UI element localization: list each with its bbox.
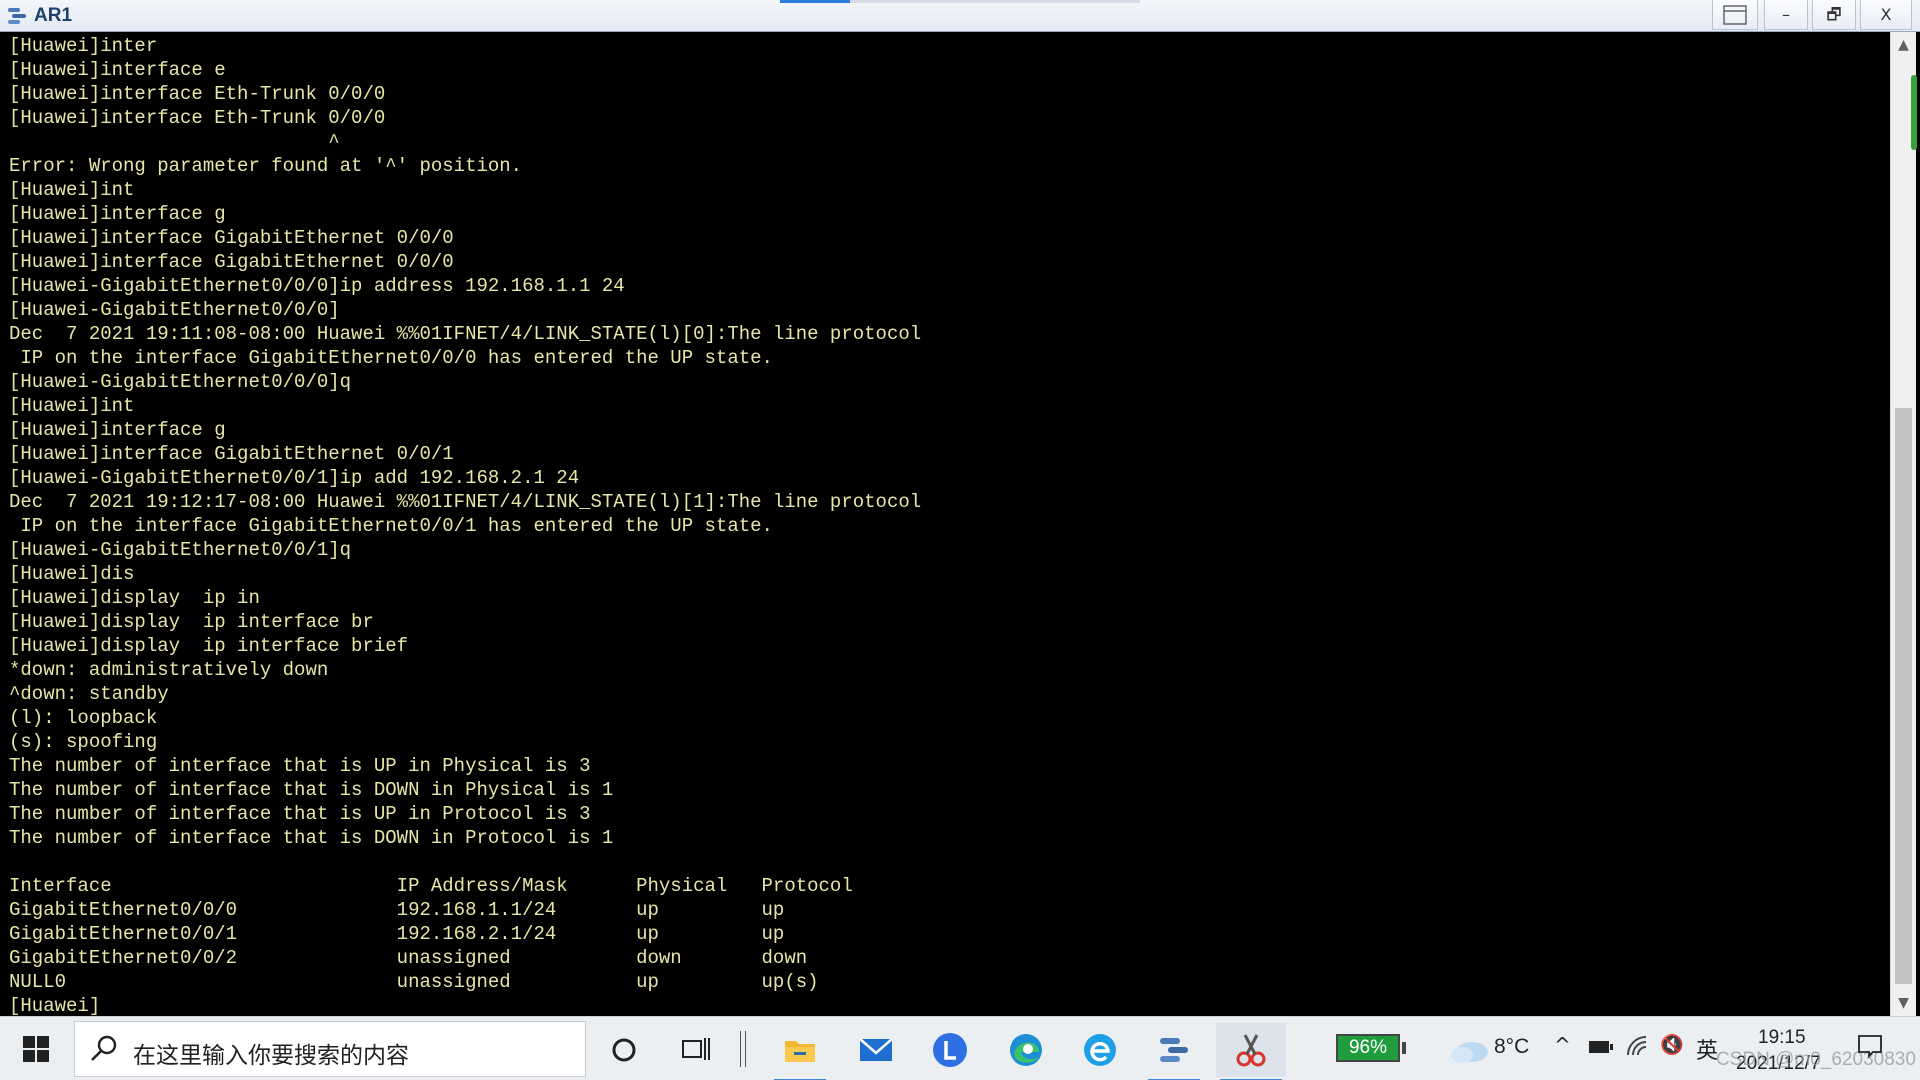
clock-time[interactable]: 19:15 (1758, 1027, 1806, 1049)
scroll-thumb[interactable] (1895, 408, 1912, 984)
terminal-line: GigabitEthernet0/0/2 unassigned down dow… (9, 947, 808, 969)
terminal-line: *down: administratively down (9, 659, 329, 681)
windows-logo-icon (23, 1036, 49, 1062)
window-layout-icon (1723, 5, 1747, 25)
terminal-line: Error: Wrong parameter found at '^' posi… (9, 155, 523, 177)
csdn-watermark: CSDN @m0_62030830 (1716, 1049, 1916, 1070)
ie-browser-button[interactable] (1070, 1023, 1130, 1077)
scroll-down-arrow-icon[interactable]: ▼ (1891, 992, 1916, 1014)
terminal-line: (l): loopback (9, 707, 158, 729)
terminal-line: The number of interface that is DOWN in … (9, 779, 614, 801)
scroll-position-marker (1911, 75, 1917, 150)
terminal-line: [Huawei-GigabitEthernet0/0/0]ip address … (9, 275, 625, 297)
battery-icon[interactable] (1588, 1039, 1614, 1055)
input-method-indicator[interactable]: 英 (1696, 1033, 1718, 1065)
l-app-button[interactable] (920, 1023, 980, 1077)
terminal-line: The number of interface that is UP in Ph… (9, 755, 591, 777)
taskbar-separator (740, 1031, 746, 1067)
chevron-up-icon[interactable]: ^ (1554, 1033, 1571, 1057)
close-button[interactable]: X (1860, 0, 1912, 30)
snipping-tool-button[interactable] (1216, 1023, 1286, 1080)
terminal-line: ^ (9, 131, 340, 153)
terminal-line: [Huawei]interface GigabitEthernet 0/0/0 (9, 251, 454, 273)
ensp-app-icon (8, 8, 26, 24)
battery-indicator[interactable]: 96% (1336, 1034, 1406, 1062)
task-view-icon (682, 1038, 710, 1060)
terminal-line: [Huawei]int (9, 395, 135, 417)
scroll-up-arrow-icon[interactable]: ▲ (1891, 34, 1916, 56)
terminal-line: Dec 7 2021 19:12:17-08:00 Huawei %%01IFN… (9, 491, 922, 513)
terminal-console[interactable]: [Huawei]inter [Huawei]interface e [Huawei]… (0, 32, 1890, 1016)
mail-button[interactable] (846, 1023, 906, 1077)
terminal-line: Interface IP Address/Mask Physical Proto… (9, 875, 853, 897)
scissors-icon (1236, 1034, 1266, 1067)
terminal-line: The number of interface that is DOWN in … (9, 827, 614, 849)
terminal-line: [Huawei]interface GigabitEthernet 0/0/1 (9, 443, 454, 465)
maximize-button[interactable]: 🗗 (1812, 0, 1856, 30)
terminal-line: [Huawei] (9, 995, 101, 1016)
file-explorer-button[interactable] (770, 1023, 830, 1080)
terminal-line: GigabitEthernet0/0/0 192.168.1.1/24 up u… (9, 899, 785, 921)
terminal-line: [Huawei]dis (9, 563, 135, 585)
terminal-line: [Huawei]display ip interface brief (9, 635, 409, 657)
screen: AR1 – 🗗 X [Huawei]inter [Huawei]interface… (0, 0, 1920, 1080)
ensp-icon (1160, 1038, 1188, 1062)
terminal-line: [Huawei]display ip interface br (9, 611, 374, 633)
vertical-scrollbar[interactable]: ▲ ▼ (1890, 32, 1916, 1016)
cloud-icon[interactable] (1448, 1035, 1490, 1065)
taskbar: 在这里输入你要搜索的内容 96% 8°C ^ 🔇 英 19:15 2021/12… (0, 1016, 1920, 1080)
terminal-line: NULL0 unassigned up up(s) (9, 971, 819, 993)
cortana-button[interactable] (594, 1023, 654, 1077)
terminal-line: [Huawei]inter (9, 35, 158, 57)
terminal-line: [Huawei]interface e (9, 59, 226, 81)
active-tab-indicator (780, 0, 850, 3)
edge-browser-button[interactable] (996, 1023, 1056, 1077)
notification-icon[interactable] (1857, 1034, 1883, 1058)
terminal-line: IP on the interface GigabitEthernet0/0/1… (9, 515, 773, 537)
task-view-button[interactable] (666, 1023, 726, 1077)
minimize-button[interactable]: – (1764, 0, 1808, 30)
terminal-line: GigabitEthernet0/0/1 192.168.2.1/24 up u… (9, 923, 785, 945)
edge-icon (1010, 1034, 1042, 1066)
terminal-line: ^down: standby (9, 683, 169, 705)
terminal-line: [Huawei]interface GigabitEthernet 0/0/0 (9, 227, 454, 249)
terminal-line: [Huawei]interface g (9, 419, 226, 441)
terminal-line: The number of interface that is UP in Pr… (9, 803, 591, 825)
folder-icon (785, 1041, 815, 1062)
tab-strip (850, 0, 1140, 3)
terminal-line: [Huawei-GigabitEthernet0/0/0] (9, 299, 340, 321)
terminal-line: [Huawei]int (9, 179, 135, 201)
volume-muted-icon[interactable]: 🔇 (1660, 1033, 1684, 1056)
search-icon (91, 1035, 117, 1061)
taskbar-search-box[interactable]: 在这里输入你要搜索的内容 (74, 1021, 586, 1077)
ensp-taskbar-button[interactable] (1144, 1023, 1204, 1080)
window-title: AR1 (34, 5, 73, 26)
terminal-line: Dec 7 2021 19:11:08-08:00 Huawei %%01IFN… (9, 323, 922, 345)
terminal-output: [Huawei]inter [Huawei]interface e [Huawei]… (9, 34, 921, 1016)
terminal-line: [Huawei]interface g (9, 203, 226, 225)
ie-icon (1084, 1034, 1116, 1066)
l-app-icon (933, 1033, 967, 1067)
network-icon[interactable] (1626, 1035, 1650, 1059)
weather-temperature[interactable]: 8°C (1494, 1035, 1529, 1059)
terminal-line: [Huawei]display ip in (9, 587, 260, 609)
terminal-line: [Huawei-GigabitEthernet0/0/1]q (9, 539, 352, 561)
window-menu-button[interactable] (1712, 0, 1758, 30)
search-placeholder: 在这里输入你要搜索的内容 (133, 1043, 409, 1069)
terminal-line: [Huawei-GigabitEthernet0/0/1]ip add 192.… (9, 467, 580, 489)
terminal-line: [Huawei]interface Eth-Trunk 0/0/0 (9, 107, 386, 129)
terminal-line: (s): spoofing (9, 731, 158, 753)
window-titlebar[interactable]: AR1 – 🗗 X (0, 0, 1920, 32)
start-button[interactable] (0, 1017, 72, 1080)
terminal-line: [Huawei-GigabitEthernet0/0/0]q (9, 371, 352, 393)
mail-icon (859, 1038, 893, 1061)
cortana-circle-icon (612, 1038, 636, 1062)
terminal-line: [Huawei]interface Eth-Trunk 0/0/0 (9, 83, 386, 105)
terminal-line: IP on the interface GigabitEthernet0/0/0… (9, 347, 773, 369)
